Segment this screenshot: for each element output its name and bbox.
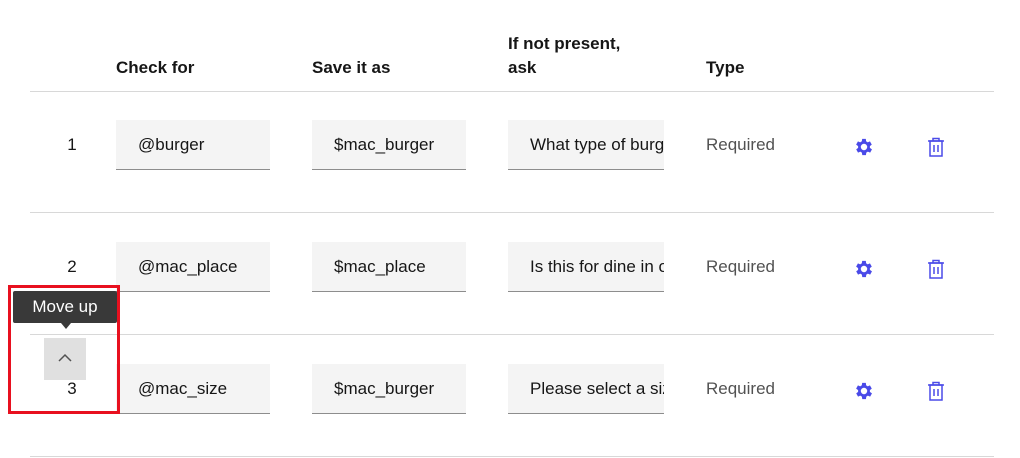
trash-icon[interactable]	[922, 255, 950, 283]
header-check-for: Check for	[116, 58, 195, 77]
header-type: Type	[706, 58, 745, 77]
trash-icon[interactable]	[922, 377, 950, 405]
row-number: 2	[67, 257, 77, 276]
ask-input[interactable]: Is this for dine in or take out?	[508, 242, 664, 292]
row-number: 1	[67, 135, 77, 154]
header-save-it-as: Save it as	[312, 58, 391, 77]
table-row: 2 @mac_place $mac_place Is this for dine…	[0, 214, 1020, 336]
table-row: 1 @burger $mac_burger What type of burge…	[0, 92, 1020, 214]
table-row: 3 @mac_size $mac_burger Please select a …	[0, 336, 1020, 458]
ask-input[interactable]: What type of burger would you like?	[508, 120, 664, 170]
row-divider	[30, 212, 994, 213]
save-as-input[interactable]: $mac_burger	[312, 120, 466, 170]
check-for-input[interactable]: @burger	[116, 120, 270, 170]
ask-input[interactable]: Please select a size	[508, 364, 664, 414]
move-up-button[interactable]	[44, 338, 86, 380]
gear-icon[interactable]	[850, 377, 878, 405]
row-number: 3	[67, 379, 77, 398]
save-as-input[interactable]: $mac_place	[312, 242, 466, 292]
move-up-tooltip: Move up	[13, 291, 117, 323]
chevron-up-icon	[58, 350, 72, 368]
header-if-not-present-line1: If not present,	[508, 34, 621, 53]
table-header: Check for Save it as If not present, ask…	[0, 0, 1020, 92]
row-divider	[30, 334, 994, 335]
save-as-input[interactable]: $mac_burger	[312, 364, 466, 414]
type-label: Required	[706, 257, 775, 276]
type-label: Required	[706, 135, 775, 154]
row-divider	[30, 456, 994, 457]
gear-icon[interactable]	[850, 255, 878, 283]
header-if-not-present: If not present, ask	[508, 32, 620, 80]
check-for-input[interactable]: @mac_place	[116, 242, 270, 292]
gear-icon[interactable]	[850, 133, 878, 161]
header-if-not-present-line2: ask	[508, 58, 537, 77]
tooltip-caret	[61, 323, 71, 329]
trash-icon[interactable]	[922, 133, 950, 161]
type-label: Required	[706, 379, 775, 398]
check-for-input[interactable]: @mac_size	[116, 364, 270, 414]
